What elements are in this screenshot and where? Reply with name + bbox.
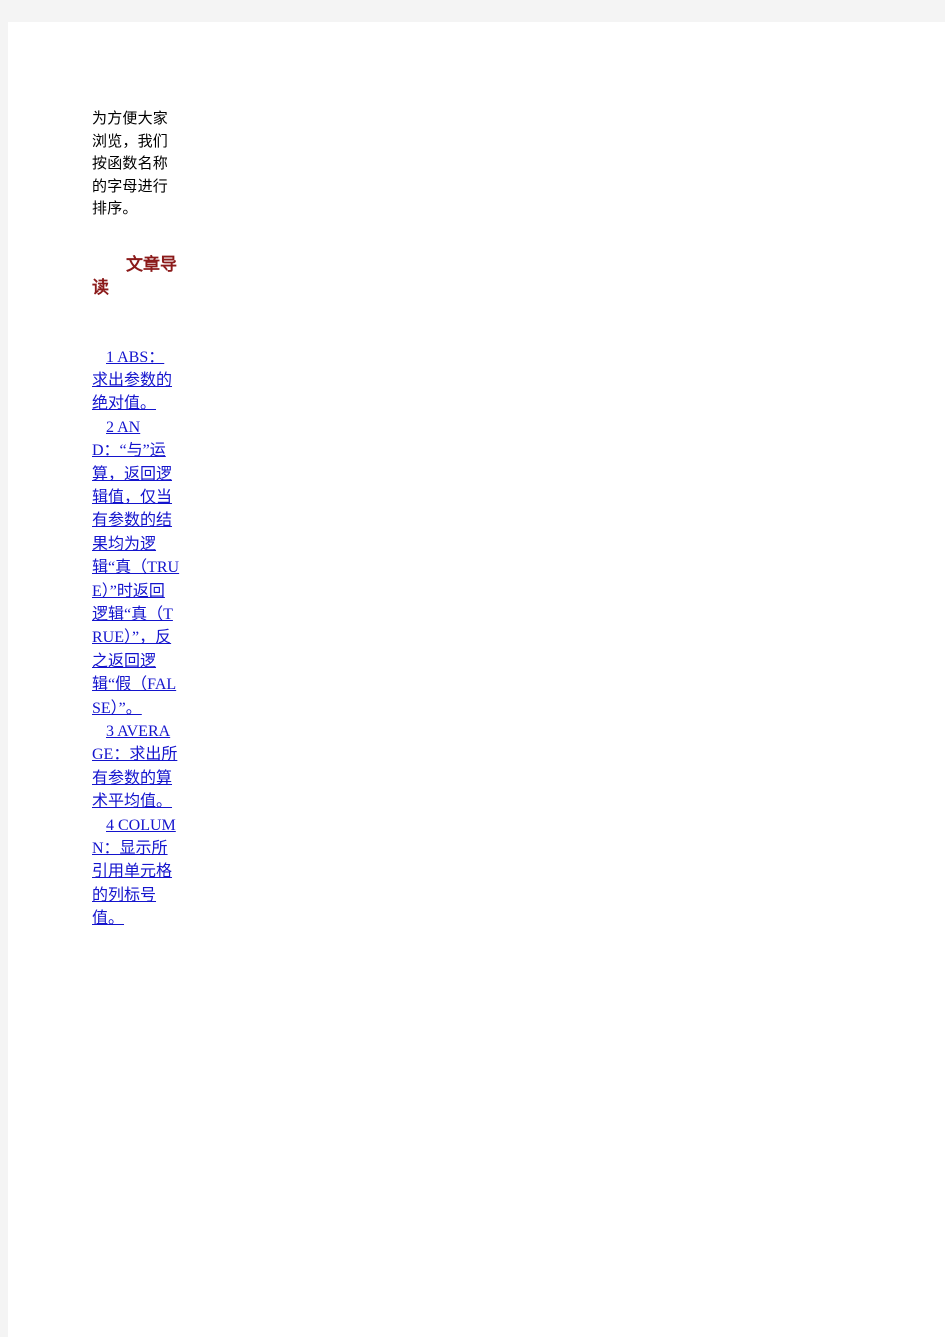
list-item: 2 AND：“与”运算，返回逻辑值，仅当有参数的结果均为逻辑“真（TRUE）”时… [92, 416, 180, 720]
intro-paragraph: 为方便大家浏览，我们按函数名称的字母进行排序。 [92, 110, 169, 217]
toc-link-column[interactable]: 4 COLUMN：显示所引用单元格的列标号值。 [92, 814, 180, 931]
page-title: 文章导读 [92, 254, 177, 297]
list-item: 3 AVERAGE：求出所有参数的算术平均值。 [92, 720, 180, 814]
list-item: 1 ABS：求出参数的绝对值。 [92, 346, 180, 416]
toc-link-and[interactable]: 2 AND：“与”运算，返回逻辑值，仅当有参数的结果均为逻辑“真（TRUE）”时… [92, 416, 180, 720]
toc-link-average[interactable]: 3 AVERAGE：求出所有参数的算术平均值。 [92, 720, 180, 814]
toc-link-abs[interactable]: 1 ABS：求出参数的绝对值。 [92, 346, 180, 416]
list-item: 4 COLUMN：显示所引用单元格的列标号值。 [92, 814, 180, 931]
content-column: 为方便大家浏览，我们按函数名称的字母进行排序。 文章导读 1 ABS：求出参数的… [92, 108, 180, 931]
table-of-contents: 1 ABS：求出参数的绝对值。 2 AND：“与”运算，返回逻辑值，仅当有参数的… [92, 346, 180, 931]
page-sheet: 为方便大家浏览，我们按函数名称的字母进行排序。 文章导读 1 ABS：求出参数的… [8, 22, 945, 1337]
